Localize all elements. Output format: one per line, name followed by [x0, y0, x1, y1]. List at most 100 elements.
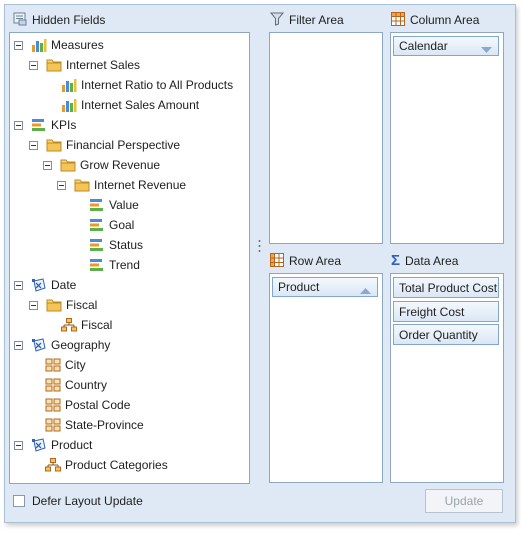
collapse-toggle-icon[interactable] [43, 160, 52, 170]
attribute-icon [45, 418, 61, 432]
data-field-total-product-cost[interactable]: Total Product Cost [393, 277, 499, 298]
tree-node[interactable]: Geography [14, 335, 110, 355]
tree-node-label: State-Province [65, 418, 144, 432]
column-field-calendar[interactable]: Calendar [393, 36, 499, 56]
attribute-icon [45, 378, 61, 392]
splitter-handle[interactable] [258, 239, 261, 253]
tree-node[interactable]: Postal Code [45, 395, 130, 415]
tree-node-label: Measures [51, 38, 104, 52]
kpi-icon [89, 198, 105, 212]
tree-node-label: Value [109, 198, 139, 212]
filter-area-box[interactable] [269, 32, 383, 244]
tree-node-label: City [65, 358, 86, 372]
tree-node-label: Country [65, 378, 108, 392]
tree-node-label: Status [109, 238, 144, 252]
tree-node[interactable]: Product [14, 435, 92, 455]
folder-icon [46, 138, 62, 152]
tree-node-label: Postal Code [65, 398, 131, 412]
hierarchy-icon [45, 458, 61, 472]
tree-node[interactable]: Goal [89, 215, 134, 235]
hidden-fields-header: Hidden Fields [13, 11, 105, 29]
tree-node[interactable]: Fiscal [61, 315, 112, 335]
hidden-fields-tree[interactable]: Measures Internet Sales Internet Ratio to … [9, 32, 250, 484]
column-area-icon [391, 11, 405, 29]
tree-node-label: Fiscal [66, 298, 98, 312]
tree-node-label: Trend [109, 258, 140, 272]
column-area-title: Column Area [410, 13, 480, 27]
hidden-fields-icon [13, 12, 27, 29]
sigma-icon: Σ [391, 252, 401, 269]
sort-up-icon[interactable] [360, 284, 371, 298]
tree-node[interactable]: Value [89, 195, 139, 215]
tree-node[interactable]: Status [89, 235, 143, 255]
tree-node[interactable]: Date [14, 275, 76, 295]
tree-node-label: Internet Ratio to All Products [81, 78, 234, 92]
sort-down-icon[interactable] [481, 43, 492, 57]
tree-node[interactable]: Product Categories [45, 455, 168, 475]
tree-node[interactable]: Internet Revenue [57, 175, 186, 195]
collapse-toggle-icon[interactable] [29, 60, 38, 70]
dimension-icon [31, 337, 47, 353]
filter-icon [269, 12, 285, 29]
tree-node-label: Fiscal [81, 318, 113, 332]
row-area-title: Row Area [289, 254, 342, 268]
defer-layout-label[interactable]: Defer Layout Update [32, 494, 143, 508]
tree-node-label: Internet Sales Amount [81, 98, 200, 112]
filter-area-header: Filter Area [269, 11, 344, 29]
tree-node[interactable]: Internet Sales Amount [61, 95, 199, 115]
tree-node[interactable]: City [45, 355, 86, 375]
collapse-toggle-icon[interactable] [14, 120, 23, 130]
tree-node[interactable]: Trend [89, 255, 140, 275]
column-area-header: Column Area [391, 11, 479, 29]
tree-node[interactable]: Country [45, 375, 107, 395]
pivot-customization-panel: Hidden Fields Measures Internet Sales Inte… [4, 4, 516, 523]
collapse-toggle-icon[interactable] [57, 180, 66, 190]
tree-node[interactable]: Internet Sales [29, 55, 140, 75]
collapse-toggle-icon[interactable] [29, 300, 38, 310]
kpi-icon [89, 238, 105, 252]
data-field-freight-cost[interactable]: Freight Cost [393, 301, 499, 322]
kpi-icon [31, 118, 47, 132]
data-field-order-quantity[interactable]: Order Quantity [393, 324, 499, 345]
tree-node-label: Grow Revenue [80, 158, 161, 172]
collapse-toggle-icon[interactable] [14, 440, 23, 450]
measure-icon [61, 98, 77, 112]
collapse-toggle-icon[interactable] [29, 140, 38, 150]
row-field-product[interactable]: Product [272, 277, 378, 297]
data-area-header: Σ Data Area [391, 252, 458, 270]
measure-icon [61, 78, 77, 92]
tree-node[interactable]: KPIs [14, 115, 76, 135]
data-area-box[interactable]: Total Product Cost Freight Cost Order Qu… [390, 273, 504, 483]
tree-node-label: Product Categories [65, 458, 168, 472]
row-area-icon [270, 252, 284, 270]
folder-icon [46, 298, 62, 312]
filter-area-title: Filter Area [289, 13, 344, 27]
tree-node[interactable]: Grow Revenue [43, 155, 160, 175]
tree-node-label: Financial Perspective [66, 138, 181, 152]
row-area-box[interactable]: Product [269, 273, 383, 483]
collapse-toggle-icon[interactable] [14, 280, 23, 290]
tree-node[interactable]: Financial Perspective [29, 135, 180, 155]
tree-node-label: Goal [109, 218, 135, 232]
folder-icon [60, 158, 76, 172]
update-button[interactable]: Update [425, 489, 503, 513]
collapse-toggle-icon[interactable] [14, 340, 23, 350]
hidden-fields-title: Hidden Fields [32, 13, 106, 27]
tree-node-label: Geography [51, 338, 111, 352]
measures-icon [31, 38, 47, 52]
tree-node[interactable]: Fiscal [29, 295, 97, 315]
tree-node-label: Internet Sales [66, 58, 141, 72]
attribute-icon [45, 358, 61, 372]
tree-node-label: Product [51, 438, 93, 452]
column-area-box[interactable]: Calendar [390, 32, 504, 244]
hierarchy-icon [61, 318, 77, 332]
folder-icon [74, 178, 90, 192]
defer-layout-checkbox[interactable] [13, 495, 25, 507]
data-area-title: Data Area [405, 254, 459, 268]
collapse-toggle-icon[interactable] [14, 40, 23, 50]
tree-node-label: Internet Revenue [94, 178, 187, 192]
tree-node[interactable]: Measures [14, 35, 104, 55]
tree-node[interactable]: Internet Ratio to All Products [61, 75, 233, 95]
tree-node[interactable]: State-Province [45, 415, 144, 435]
dimension-icon [31, 437, 47, 453]
